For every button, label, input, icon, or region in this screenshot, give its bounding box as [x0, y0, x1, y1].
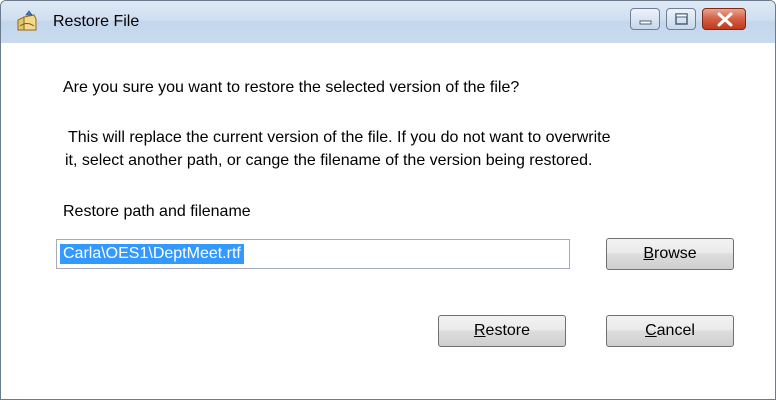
- restore-file-icon: [15, 10, 39, 34]
- info-text-line-2: it, select another path, or cange the fi…: [65, 152, 593, 169]
- path-label: Restore path and filename: [63, 203, 251, 220]
- maximize-icon: [675, 13, 688, 25]
- window-title: Restore File: [53, 13, 140, 30]
- dialog-content: Are you sure you want to restore the sel…: [1, 43, 775, 399]
- close-icon: [717, 12, 733, 27]
- info-text-line-1: This will replace the current version of…: [68, 129, 611, 146]
- confirm-question: Are you sure you want to restore the sel…: [63, 79, 520, 96]
- cancel-label: ancel: [656, 322, 695, 339]
- title-bar[interactable]: Restore File: [1, 1, 775, 43]
- restore-path-input[interactable]: Carla\OES1\DeptMeet.rtf: [56, 239, 570, 269]
- cancel-mnemonic: C: [645, 322, 657, 339]
- browse-mnemonic: B: [643, 245, 654, 262]
- minimize-icon: [639, 20, 652, 25]
- close-button[interactable]: [702, 8, 746, 30]
- browse-button[interactable]: Browse: [606, 238, 734, 270]
- restore-button[interactable]: Restore: [438, 315, 566, 347]
- restore-label: estore: [485, 322, 531, 339]
- minimize-button[interactable]: [630, 8, 660, 30]
- cancel-button[interactable]: Cancel: [606, 315, 734, 347]
- restore-mnemonic: R: [473, 322, 486, 339]
- path-value-selected: Carla\OES1\DeptMeet.rtf: [60, 244, 244, 264]
- restore-file-dialog: Restore File Are you sure you want to re…: [0, 0, 776, 400]
- maximize-button[interactable]: [666, 8, 696, 30]
- browse-label: rowse: [653, 245, 697, 262]
